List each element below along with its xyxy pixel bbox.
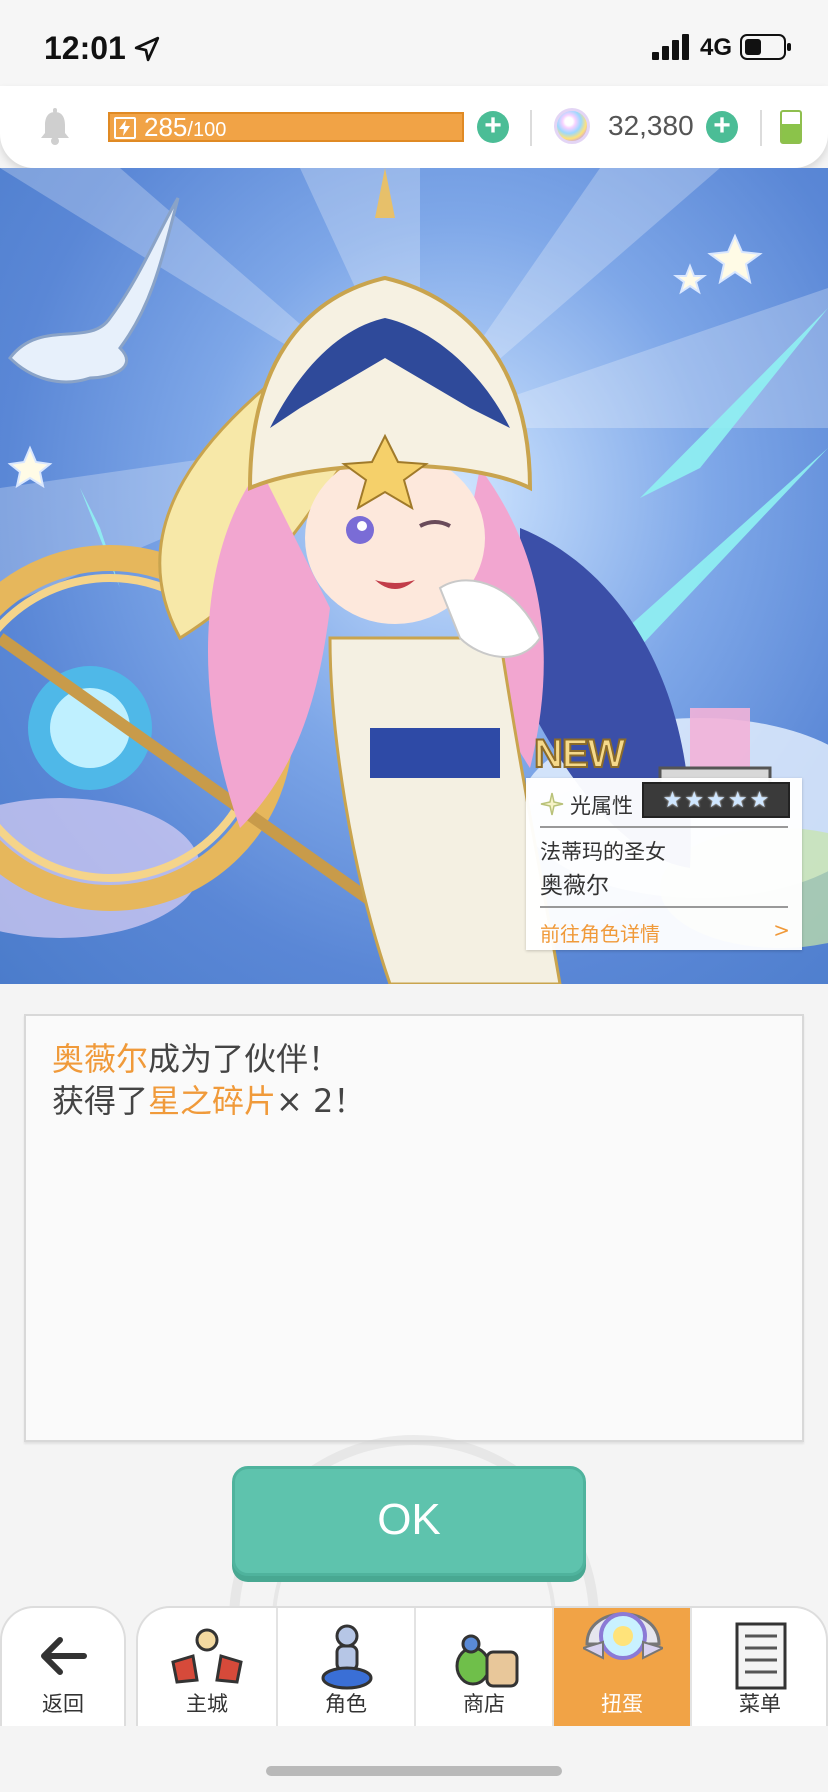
nav-item-character[interactable]: 角色 — [276, 1608, 414, 1726]
star-icon: ★ — [662, 787, 683, 813]
nav-item-castle[interactable]: 主城 — [138, 1608, 276, 1726]
message-text: × 2！ — [276, 1082, 366, 1120]
star-icon: ★ — [684, 787, 705, 813]
nav-item-menu[interactable]: 菜单 — [690, 1608, 828, 1726]
battery-status-icon — [740, 34, 791, 60]
character-name-highlight: 奥薇尔 — [52, 1040, 149, 1078]
message-text: 成为了伙伴！ — [148, 1040, 341, 1078]
divider — [540, 906, 788, 908]
back-label: 返回 — [42, 1692, 84, 1716]
item-name-highlight: 星之碎片 — [148, 1082, 277, 1120]
stamina-value: 285/100 — [144, 112, 226, 143]
nav-label: 角色 — [325, 1692, 367, 1716]
back-button[interactable]: 返回 — [0, 1606, 126, 1726]
status-time: 12:01 — [44, 30, 126, 66]
stamina-bar: 285/100 — [108, 112, 464, 142]
nav-label: 扭蛋 — [601, 1692, 643, 1716]
message-text: 获得了 — [52, 1082, 149, 1120]
home-indicator-area — [0, 1726, 828, 1792]
result-message-box: 奥薇尔成为了伙伴！ 获得了星之碎片× 2！ — [24, 1014, 804, 1442]
gem-count: 32,380 — [608, 110, 694, 141]
gem-icon — [554, 108, 590, 144]
divider — [760, 110, 762, 146]
character-title: 法蒂玛的圣女 — [540, 840, 666, 864]
nav-item-shop[interactable]: 商店 — [414, 1608, 552, 1726]
add-stamina-button[interactable]: + — [477, 111, 509, 143]
status-bar: 12:01 4G — [0, 0, 828, 96]
star-icon: ★ — [727, 787, 748, 813]
bottom-navigation: 返回 主城 角色 商店 扭蛋 菜单 — [0, 1606, 828, 1726]
star-rating: ★ ★ ★ ★ ★ — [642, 782, 790, 818]
character-name: 奥薇尔 — [540, 873, 609, 899]
stamina-current: 285 — [144, 112, 188, 142]
chevron-right-icon[interactable]: > — [773, 918, 790, 942]
character-info-card: 光属性 ★ ★ ★ ★ ★ 法蒂玛的圣女 奥薇尔 前往角色详情 > — [526, 778, 802, 950]
castle-icon — [171, 1628, 243, 1684]
light-attribute-icon — [540, 792, 564, 816]
nav-label: 商店 — [463, 1692, 505, 1716]
shop-icon — [455, 1634, 519, 1688]
stamina-max: /100 — [187, 119, 227, 141]
character-detail-link[interactable]: 前往角色详情 — [540, 918, 660, 947]
network-type: 4G — [700, 34, 733, 61]
signal-icon — [652, 34, 689, 60]
message-line-1: 奥薇尔成为了伙伴！ — [52, 1034, 340, 1080]
ok-button[interactable]: OK — [232, 1466, 586, 1576]
main-nav-group: 主城 角色 商店 扭蛋 菜单 — [136, 1606, 828, 1726]
star-icon: ★ — [706, 787, 726, 813]
bell-icon[interactable] — [38, 108, 72, 146]
attribute-label: 光属性 — [570, 794, 633, 818]
divider — [540, 826, 788, 828]
device-battery-icon — [780, 110, 802, 144]
gacha-icon — [583, 1612, 663, 1660]
location-arrow-icon — [134, 36, 160, 62]
nav-label: 主城 — [186, 1692, 228, 1716]
lightning-icon — [114, 117, 136, 139]
add-gems-button[interactable]: + — [706, 111, 738, 143]
character-icon — [321, 1624, 373, 1690]
nav-label: 菜单 — [739, 1692, 781, 1716]
message-line-2: 获得了星之碎片× 2！ — [52, 1076, 365, 1122]
star-icon: ★ — [749, 787, 770, 813]
home-indicator[interactable] — [266, 1766, 562, 1776]
resource-bar: 285/100 + 32,380 + — [0, 86, 828, 168]
ok-button-label: OK — [377, 1495, 441, 1544]
nav-item-gacha[interactable]: 扭蛋 — [552, 1608, 690, 1726]
new-badge: NEW — [533, 731, 626, 777]
arrow-left-icon — [41, 1637, 87, 1675]
divider — [530, 110, 532, 146]
menu-icon — [735, 1622, 787, 1690]
